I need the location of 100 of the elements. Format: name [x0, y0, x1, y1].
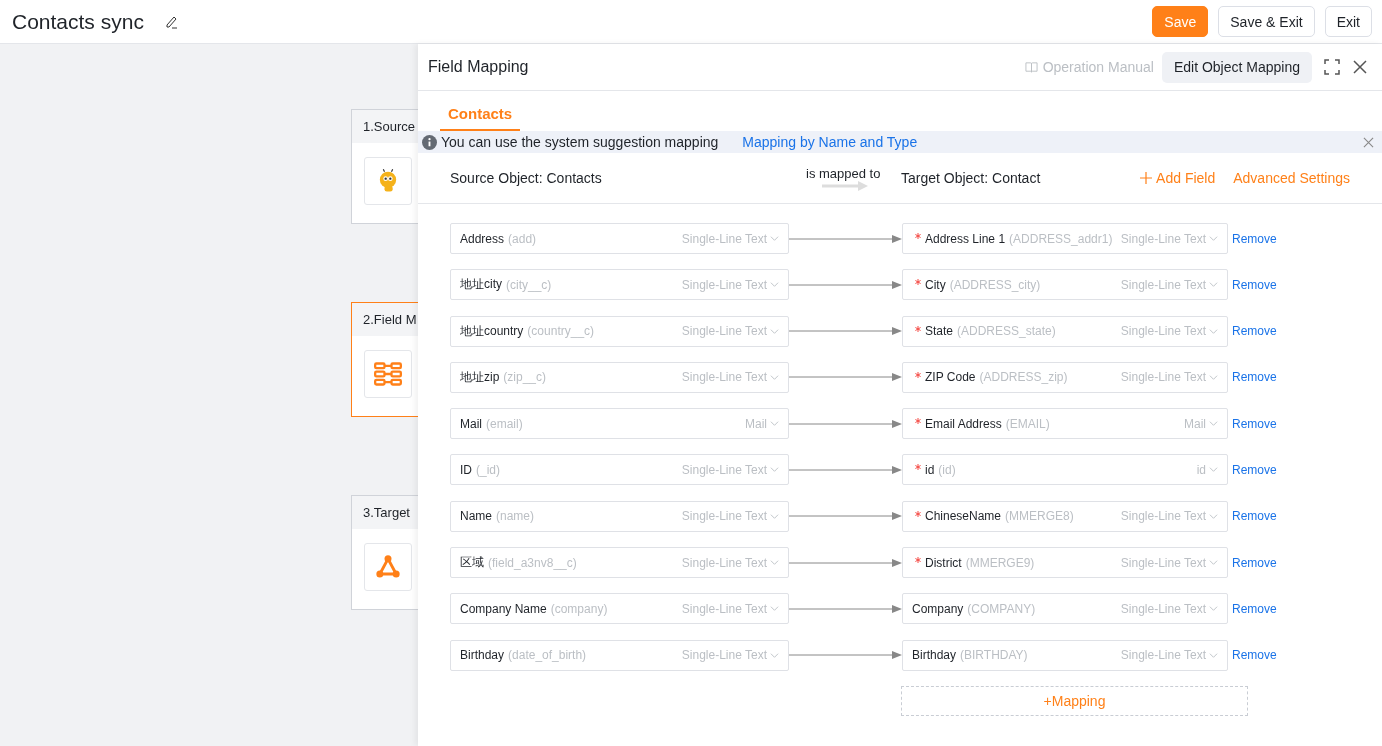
step-card[interactable]: 1.Source — [351, 109, 418, 224]
field-api-name: (company) — [550, 601, 608, 616]
field-api-name: (ADDRESS_city) — [949, 277, 1041, 292]
remove-link[interactable]: Remove — [1232, 555, 1277, 570]
field-type: Single-Line Text — [681, 370, 767, 385]
field-select[interactable]: id (id) id — [902, 454, 1228, 486]
chevron-down-icon — [770, 604, 779, 614]
pencil-icon[interactable] — [163, 14, 178, 29]
field-select[interactable]: Birthday (BIRTHDAY) Single-Line Text — [902, 639, 1228, 671]
field-api-name: (country__c) — [527, 324, 595, 339]
chevron-down-icon — [1209, 372, 1218, 382]
field-name: Email Address — [925, 416, 1002, 431]
panel-title: Field Mapping — [428, 58, 530, 76]
field-name: ChineseName — [925, 509, 1002, 524]
field-select[interactable]: State (ADDRESS_state) Single-Line Text — [902, 315, 1228, 347]
remove-link[interactable]: Remove — [1232, 416, 1277, 431]
field-type: Single-Line Text — [681, 509, 767, 524]
field-name: Company — [912, 601, 964, 616]
step-card[interactable]: 2.Field M — [351, 302, 418, 417]
chevron-down-icon — [770, 558, 779, 568]
field-name: Name — [460, 509, 492, 524]
field-name: State — [925, 324, 954, 339]
fullscreen-icon[interactable] — [1324, 59, 1340, 75]
chevron-down-icon — [1209, 558, 1218, 568]
field-name: Address Line 1 — [925, 231, 1006, 246]
remove-link[interactable]: Remove — [1232, 370, 1277, 385]
field-name: Birthday — [460, 648, 505, 663]
field-api-name: (id) — [938, 463, 956, 477]
chevron-down-icon — [1209, 280, 1218, 290]
field-api-name: (add) — [508, 231, 537, 246]
remove-link[interactable]: Remove — [1232, 231, 1277, 246]
chevron-down-icon — [770, 326, 779, 336]
chevron-down-icon — [770, 234, 779, 243]
field-type: Single-Line Text — [1120, 509, 1206, 524]
field-name: ID — [460, 463, 472, 477]
field-name: 地址zip — [460, 368, 500, 386]
mapping-suggestion-link[interactable]: Mapping by Name and Type — [742, 134, 918, 150]
field-type: Single-Line Text — [1120, 648, 1206, 663]
field-type: Single-Line Text — [681, 231, 767, 246]
mapped-label: is mapped to — [806, 165, 882, 181]
field-select[interactable]: Company (COMPANY) Single-Line Text — [902, 593, 1228, 625]
field-select[interactable]: Birthday (date_of_birth) Single-Line Text — [450, 639, 789, 671]
remove-link[interactable]: Remove — [1232, 277, 1277, 292]
close-icon[interactable] — [1352, 59, 1368, 75]
source-object-label: Source Object: Contacts — [450, 170, 603, 186]
field-select[interactable]: Email Address (EMAIL) Mail — [902, 408, 1228, 440]
field-type: Mail — [745, 416, 767, 431]
field-type: Single-Line Text — [681, 277, 767, 292]
field-api-name: (ADDRESS_state) — [957, 324, 1056, 339]
field-type: Single-Line Text — [681, 648, 767, 663]
field-select[interactable]: 地址country (country__c) Single-Line Text — [450, 315, 789, 347]
field-select[interactable]: Name (name) Single-Line Text — [450, 500, 789, 532]
header-button[interactable]: Exit — [1324, 6, 1372, 37]
field-select[interactable]: 地址zip (zip__c) Single-Line Text — [450, 361, 789, 393]
field-select[interactable]: Company Name (company) Single-Line Text — [450, 593, 789, 625]
field-api-name: (zip__c) — [503, 370, 547, 385]
field-name: 区域 — [460, 554, 484, 572]
field-select[interactable]: 地址city (city__c) Single-Line Text — [450, 269, 789, 301]
field-type: Single-Line Text — [681, 601, 767, 616]
field-name: id — [925, 463, 935, 477]
field-select[interactable]: ZIP Code (ADDRESS_zip) Single-Line Text — [902, 361, 1228, 393]
field-select[interactable]: Address Line 1 (ADDRESS_addr1) Single-Line Text — [902, 223, 1228, 254]
field-api-name: (MMERGE8) — [1005, 509, 1074, 524]
field-api-name: (ADDRESS_addr1) — [1009, 231, 1113, 246]
field-api-name: (MMERGE9) — [965, 555, 1035, 570]
field-select[interactable]: City (ADDRESS_city) Single-Line Text — [902, 269, 1228, 301]
field-name: Birthday — [912, 648, 957, 663]
page-title: Contacts sync — [12, 9, 144, 34]
field-api-name: (BIRTHDAY) — [960, 648, 1028, 663]
remove-link[interactable]: Remove — [1232, 463, 1277, 477]
edit-object-mapping-button[interactable]: Edit Object Mapping — [1161, 51, 1312, 83]
target-object-label: Target Object: Contact — [901, 170, 1041, 186]
field-api-name: (name) — [496, 509, 535, 524]
plus-icon — [1140, 172, 1153, 184]
remove-link[interactable]: Remove — [1232, 509, 1277, 524]
chevron-down-icon — [770, 511, 779, 521]
header-button[interactable]: Save & Exit — [1218, 6, 1315, 37]
field-select[interactable]: ChineseName (MMERGE8) Single-Line Text — [902, 500, 1228, 532]
remove-link[interactable]: Remove — [1232, 648, 1277, 663]
field-select[interactable]: Address (add) Single-Line Text — [450, 223, 789, 254]
remove-link[interactable]: Remove — [1232, 601, 1277, 616]
field-type: Single-Line Text — [681, 555, 767, 570]
chevron-down-icon — [1209, 326, 1218, 336]
remove-link[interactable]: Remove — [1232, 324, 1277, 339]
mapping-icon — [374, 360, 402, 388]
right-arrow-icon — [822, 180, 868, 191]
field-select[interactable]: 区域 (field_a3nv8__c) Single-Line Text — [450, 547, 789, 579]
field-select[interactable]: ID (_id) Single-Line Text — [450, 454, 789, 486]
field-api-name: (EMAIL) — [1005, 416, 1050, 431]
chevron-down-icon — [770, 280, 779, 290]
chevron-down-icon — [770, 419, 779, 429]
field-select[interactable]: Mail (email) Mail — [450, 408, 789, 440]
book-icon — [1024, 60, 1038, 74]
field-type: Single-Line Text — [1120, 370, 1206, 385]
field-select[interactable]: District (MMERGE9) Single-Line Text — [902, 547, 1228, 579]
step-title: 2.Field M — [352, 303, 418, 336]
field-api-name: (COMPANY) — [967, 601, 1036, 616]
field-name: Mail — [460, 416, 482, 431]
step-card[interactable]: 3.Target — [351, 495, 418, 610]
chevron-down-icon — [770, 465, 779, 475]
